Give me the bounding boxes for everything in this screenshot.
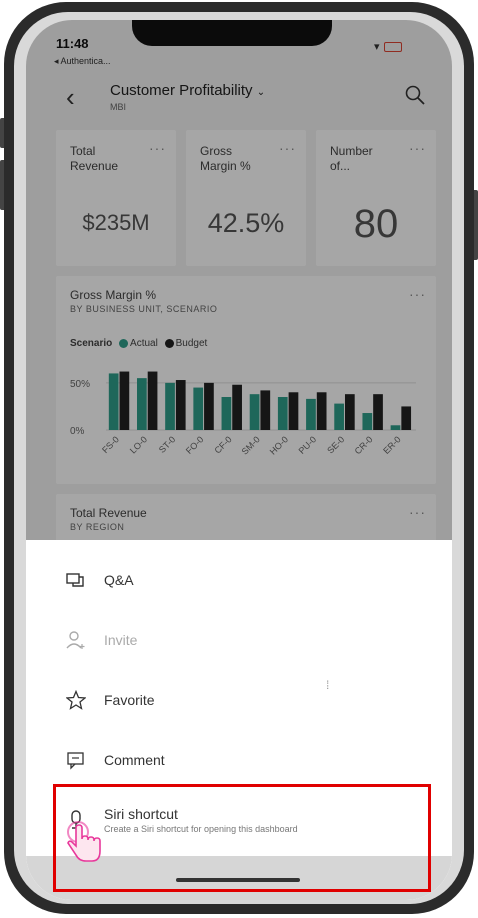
cursor-marker: ⁞ [326, 678, 330, 692]
qa-icon [66, 573, 84, 587]
menu-item-label: Q&A [104, 572, 134, 588]
comment-icon [67, 752, 84, 770]
menu-item-comment[interactable]: Comment [66, 740, 165, 780]
siri-shortcut-highlight [53, 784, 431, 892]
menu-item-label: Invite [104, 632, 138, 648]
menu-item-label: Favorite [104, 692, 155, 708]
person-add-icon [66, 631, 85, 649]
menu-item-label: Comment [104, 752, 165, 768]
phone-screen: 11:48 ◂ Authentica... ▾ ‹ Customer Profi… [26, 20, 452, 900]
menu-item-qa[interactable]: Q&A [66, 560, 134, 600]
menu-item-invite[interactable]: Invite [66, 620, 137, 660]
star-icon [66, 690, 86, 710]
menu-item-favorite[interactable]: Favorite [66, 680, 155, 720]
dim-overlay[interactable] [26, 20, 452, 540]
